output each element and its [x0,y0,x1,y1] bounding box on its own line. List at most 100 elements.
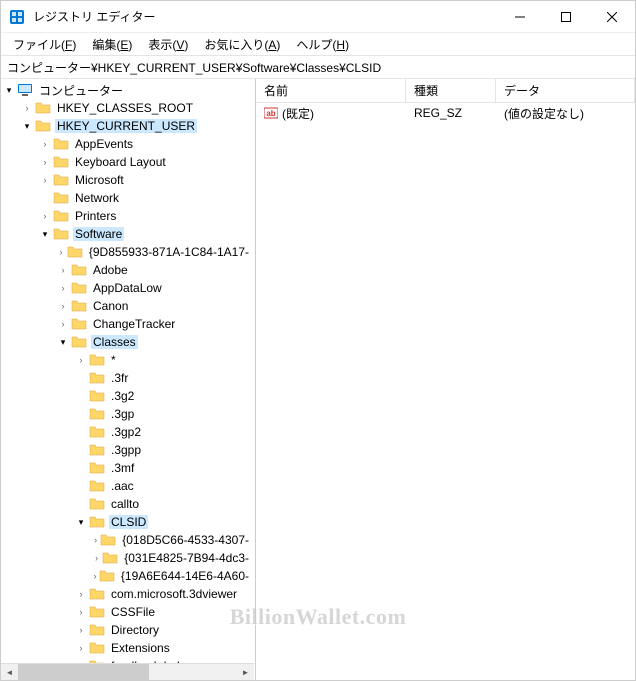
tree-node-network[interactable]: Network [1,189,255,207]
folder-icon [53,172,69,188]
tree-node-callto[interactable]: callto [1,495,255,513]
tree-node-hkcu[interactable]: ▾ HKEY_CURRENT_USER [1,117,255,135]
chevron-right-icon[interactable]: › [37,136,53,152]
chevron-right-icon[interactable] [73,460,89,476]
tree-node-3gp2[interactable]: .3gp2 [1,423,255,441]
folder-icon [89,514,105,530]
node-label: .3gp [109,407,136,421]
chevron-right-icon[interactable]: › [73,586,89,602]
chevron-right-icon[interactable] [73,370,89,386]
folder-icon [53,208,69,224]
tree-node-3g2[interactable]: .3g2 [1,387,255,405]
chevron-right-icon[interactable]: › [19,100,35,116]
tree-node-clsid[interactable]: ▾CLSID [1,513,255,531]
node-label: Software [73,227,124,241]
tree-node-star[interactable]: ›* [1,351,255,369]
minimize-button[interactable] [497,2,543,32]
chevron-right-icon[interactable]: › [55,280,71,296]
scroll-right-button[interactable]: ► [237,664,254,680]
tree-node-adobe[interactable]: › Adobe [1,261,255,279]
tree-node-appevents[interactable]: › AppEvents [1,135,255,153]
chevron-right-icon[interactable]: › [91,532,100,548]
tree-node-extensions[interactable]: ›Extensions [1,639,255,657]
chevron-right-icon[interactable]: › [73,640,89,656]
main-area: ▾ コンピューター › HKEY_CLASSES_ROOT ▾ HKEY_CUR… [1,79,635,680]
chevron-right-icon[interactable]: › [55,244,67,260]
folder-icon [100,532,116,548]
scroll-track[interactable] [18,664,237,680]
tree-node-3gp[interactable]: .3gp [1,405,255,423]
chevron-right-icon[interactable]: › [91,550,102,566]
chevron-down-icon[interactable]: ▾ [73,514,89,530]
chevron-right-icon[interactable] [37,190,53,206]
chevron-right-icon[interactable]: › [55,316,71,332]
list-panel[interactable]: 名前 種類 データ ab (既定) REG_SZ (値の設定なし) [256,79,635,680]
scroll-left-button[interactable]: ◄ [1,664,18,680]
tree-node-keyboard[interactable]: ›Keyboard Layout [1,153,255,171]
tree-panel[interactable]: ▾ コンピューター › HKEY_CLASSES_ROOT ▾ HKEY_CUR… [1,79,256,680]
node-label: AppEvents [73,137,135,151]
tree-node-com3dviewer[interactable]: › com.microsoft.3dviewer [1,585,255,603]
chevron-right-icon[interactable]: › [55,298,71,314]
tree-node-appdatalow[interactable]: ›AppDataLow [1,279,255,297]
chevron-right-icon[interactable] [73,406,89,422]
scroll-thumb[interactable] [18,664,149,680]
col-name[interactable]: 名前 [256,79,406,102]
tree-node-guid1[interactable]: ›{9D855933-871A-1C84-1A17- [1,243,255,261]
tree-node-software[interactable]: ▾ Software [1,225,255,243]
tree-node-3mf[interactable]: .3mf [1,459,255,477]
tree-node-hkcr[interactable]: › HKEY_CLASSES_ROOT [1,99,255,117]
tree-node-clsid2[interactable]: ›{031E4825-7B94-4dc3- [1,549,255,567]
horizontal-scrollbar[interactable]: ◄ ► [1,663,254,680]
menu-view[interactable]: 表示(V) [140,34,196,55]
chevron-right-icon[interactable] [73,496,89,512]
tree-node-microsoft[interactable]: ›Microsoft [1,171,255,189]
tree-node-clsid1[interactable]: ›{018D5C66-4533-4307- [1,531,255,549]
chevron-right-icon[interactable] [73,424,89,440]
chevron-right-icon[interactable]: › [91,568,99,584]
tree-node-directory[interactable]: ›Directory [1,621,255,639]
chevron-down-icon[interactable]: ▾ [55,334,71,350]
tree-node-3gpp[interactable]: .3gpp [1,441,255,459]
chevron-down-icon[interactable]: ▾ [1,82,17,98]
chevron-right-icon[interactable]: › [37,154,53,170]
menubar: ファイル(F) 編集(E) 表示(V) お気に入り(A) ヘルプ(H) [1,33,635,55]
node-label: HKEY_CURRENT_USER [55,119,197,133]
chevron-right-icon[interactable]: › [73,604,89,620]
tree-node-changetracker[interactable]: ›ChangeTracker [1,315,255,333]
maximize-button[interactable] [543,2,589,32]
tree-node-cssfile[interactable]: ›CSSFile [1,603,255,621]
folder-icon [53,154,69,170]
tree-node-classes[interactable]: ▾Classes [1,333,255,351]
chevron-right-icon[interactable] [73,388,89,404]
menu-file[interactable]: ファイル(F) [5,34,84,55]
address-bar[interactable]: コンピューター¥HKEY_CURRENT_USER¥Software¥Class… [1,55,635,79]
tree-node-3fr[interactable]: .3fr [1,369,255,387]
menu-help[interactable]: ヘルプ(H) [288,34,357,55]
node-label: com.microsoft.3dviewer [109,587,239,601]
tree-node-printers[interactable]: ›Printers [1,207,255,225]
col-type[interactable]: 種類 [406,79,496,102]
list-row[interactable]: ab (既定) REG_SZ (値の設定なし) [256,103,635,123]
node-label: {19A6E644-14E6-4A60- [119,569,251,583]
col-data[interactable]: データ [496,79,635,102]
chevron-right-icon[interactable]: › [37,172,53,188]
regedit-icon [9,9,25,25]
tree-node-clsid3[interactable]: › {19A6E644-14E6-4A60- [1,567,255,585]
tree-node-aac[interactable]: .aac [1,477,255,495]
tree-node-computer[interactable]: ▾ コンピューター [1,81,255,99]
chevron-right-icon[interactable]: › [73,352,89,368]
chevron-right-icon[interactable]: › [37,208,53,224]
chevron-down-icon[interactable]: ▾ [19,118,35,134]
folder-icon [102,550,118,566]
chevron-right-icon[interactable] [73,478,89,494]
menu-fav[interactable]: お気に入り(A) [196,34,288,55]
close-button[interactable] [589,2,635,32]
chevron-right-icon[interactable] [73,442,89,458]
chevron-right-icon[interactable]: › [55,262,71,278]
chevron-right-icon[interactable]: › [73,622,89,638]
node-label: Adobe [91,263,130,277]
chevron-down-icon[interactable]: ▾ [37,226,53,242]
tree-node-canon[interactable]: ›Canon [1,297,255,315]
menu-edit[interactable]: 編集(E) [84,34,140,55]
